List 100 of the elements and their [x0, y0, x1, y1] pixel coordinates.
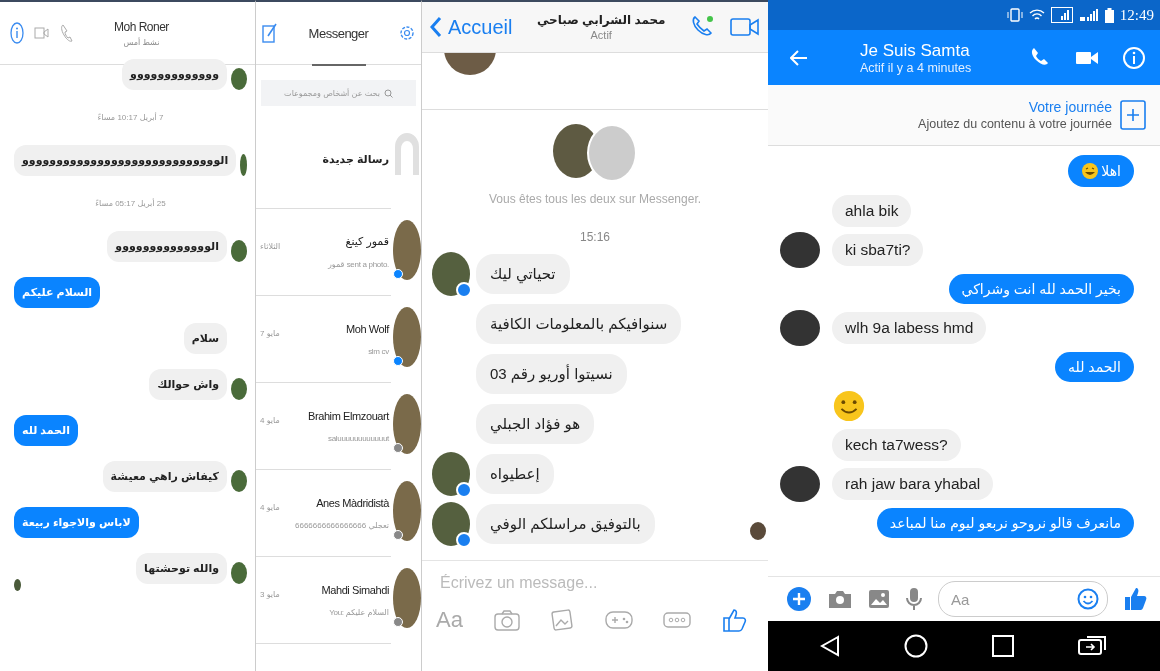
- vibrate-icon: [1006, 8, 1023, 22]
- facebook-badge-icon: [393, 530, 403, 540]
- contact-name: محمد الشرابي صباحي: [536, 13, 666, 27]
- message-bubble: لاباس والاجواء ربيعة: [14, 507, 139, 538]
- message-bubble: السلام عليكم: [14, 277, 101, 308]
- message-bubble: هو فؤاد الجبلي: [476, 404, 595, 444]
- message-bubble: تحياتي ليك: [476, 254, 570, 294]
- avatar-photo: [393, 394, 421, 454]
- message-preview: slm cv: [368, 346, 389, 356]
- message-preview: saluuuuuuuuuuuut: [327, 433, 389, 443]
- message-bubble: الحمد لله: [14, 415, 78, 446]
- message-bubble: ki sba7ti?: [832, 234, 924, 266]
- back-arrow-icon[interactable]: [790, 49, 808, 66]
- signal-icon: [1050, 7, 1073, 23]
- home-circle-icon[interactable]: [904, 634, 928, 658]
- conversation-item[interactable]: الثلاثاء قمور كينغ قمور sent a photo.: [256, 209, 391, 296]
- timestamp: 25 أبريل 05:17 مساءً: [94, 199, 167, 208]
- conversation-time: الثلاثاء: [260, 242, 281, 251]
- thumbs-up-icon[interactable]: [1124, 587, 1148, 611]
- message-bubble: مانعرف قالو نروحو نربعو ليوم منا لمباعد: [876, 508, 1134, 538]
- message-bubble: ووووووووووووو: [122, 59, 227, 90]
- messenger-badge-icon: [393, 356, 403, 366]
- message-bubble: سنوافيكم بالمعلومات الكافية: [476, 304, 682, 344]
- conversation-item[interactable]: رسالة جديدة: [256, 110, 391, 209]
- conversation-name: Brahim Elmzouart: [308, 409, 389, 422]
- message-bubble: الوووووووووووووو: [107, 231, 227, 262]
- signal-icon: [1078, 8, 1099, 22]
- message-bubble: kech ta7wess?: [832, 429, 961, 461]
- conversation-name: قمور كينغ: [345, 235, 389, 248]
- seen-avatar: [750, 522, 766, 540]
- app-title: Messenger: [308, 25, 369, 41]
- back-link[interactable]: Accueil: [430, 15, 513, 39]
- message-bubble: بخير الحمد لله انت وشراكي: [948, 274, 1134, 304]
- add-story-icon[interactable]: [1120, 100, 1146, 130]
- message-bubble: الحمد لله: [1055, 352, 1134, 382]
- message-preview: You: السلام عليكم: [329, 607, 389, 617]
- message-bubble: سلام: [183, 323, 227, 354]
- facebook-badge-icon: [393, 617, 403, 627]
- message-bubble: واش حوالك: [149, 369, 227, 400]
- message-bubble: نسيتوا أوريو رقم 03: [476, 354, 627, 394]
- message-bubble: rah jaw bara yhabal: [832, 468, 994, 500]
- more-icon[interactable]: [663, 610, 692, 630]
- message-bubble: ahla bik: [832, 195, 912, 227]
- info-icon[interactable]: [10, 22, 24, 44]
- conversation-time: 4 مايو: [260, 503, 280, 512]
- conversation-time: 3 مايو: [260, 590, 280, 599]
- phone-icon[interactable]: [60, 23, 74, 43]
- thumbs-up-icon[interactable]: [721, 607, 748, 633]
- avatar-photo: [393, 220, 421, 280]
- emoji-icon[interactable]: [1077, 588, 1099, 610]
- seen-avatar: [14, 579, 21, 591]
- timestamp: 15:16: [579, 230, 611, 244]
- smiley-emoji-icon: [832, 389, 866, 423]
- switch-window-icon[interactable]: [1078, 635, 1108, 657]
- camera-icon[interactable]: [828, 589, 852, 609]
- wifi-icon: [1028, 8, 1045, 22]
- conversation-time: 7 مايو: [260, 329, 280, 338]
- story-subtitle: Ajoutez du contenu à votre journée: [918, 117, 1112, 131]
- avatar-photo: [393, 568, 421, 628]
- story-title[interactable]: Votre journée: [1028, 99, 1112, 115]
- messenger-badge-icon: [393, 269, 403, 279]
- conversation-name: رسالة جديدة: [322, 152, 389, 166]
- avatar-photo: [393, 307, 421, 367]
- game-controller-icon[interactable]: [604, 610, 633, 630]
- image-icon[interactable]: [868, 589, 890, 609]
- message-bubble: بالتوفيق مراسلكم الوفي: [476, 504, 655, 544]
- avatar-photo: [393, 481, 421, 541]
- message-preview: تعجلي 6666666666666666: [295, 520, 389, 530]
- plus-icon[interactable]: [786, 586, 812, 612]
- contact-status: Actif: [590, 29, 612, 41]
- recent-apps-icon[interactable]: [992, 635, 1014, 657]
- microphone-icon[interactable]: [906, 587, 922, 611]
- video-icon[interactable]: [34, 25, 50, 41]
- contact-name: Moh Roner: [114, 19, 169, 34]
- gallery-icon[interactable]: [550, 608, 575, 632]
- message-bubble: والله توحشتها: [136, 553, 227, 584]
- message-bubble: wlh 9a labess hmd: [832, 312, 987, 344]
- message-bubble: كيفاش راهي معيشة: [102, 461, 227, 492]
- battery-icon: [1104, 7, 1114, 23]
- timestamp: 7 أبريل 10:17 مساءً: [96, 113, 165, 122]
- conversation-name: Moh Wolf: [345, 322, 389, 335]
- facebook-badge-icon: [393, 443, 403, 453]
- message-bubble: الووووووووووووووووووووووووووووو: [14, 145, 237, 176]
- camera-icon[interactable]: [493, 609, 520, 631]
- status-clock: 12:49: [1119, 6, 1154, 24]
- back-triangle-icon[interactable]: [820, 635, 840, 657]
- video-icon[interactable]: [730, 17, 760, 37]
- compose-icon[interactable]: [262, 22, 278, 44]
- conversation-name: Anes Màdridistà: [316, 496, 389, 509]
- video-icon[interactable]: [1076, 49, 1098, 66]
- contact-status: Actif il y a 4 minutes: [860, 60, 973, 75]
- contact-status: نشط أمس: [123, 37, 160, 47]
- message-input[interactable]: Écrivez un message...: [438, 573, 756, 593]
- intro-text: Vous êtes tous les deux sur Messenger.: [487, 192, 703, 206]
- chevron-left-icon: [430, 16, 442, 38]
- message-bubble: إعطيواه: [476, 454, 554, 494]
- conversation-name: Mahdi Simahdi: [321, 583, 389, 596]
- message-preview: قمور sent a photo.: [327, 260, 389, 269]
- search-icon: [383, 88, 393, 98]
- contact-name: Je Suis Samta: [860, 40, 971, 61]
